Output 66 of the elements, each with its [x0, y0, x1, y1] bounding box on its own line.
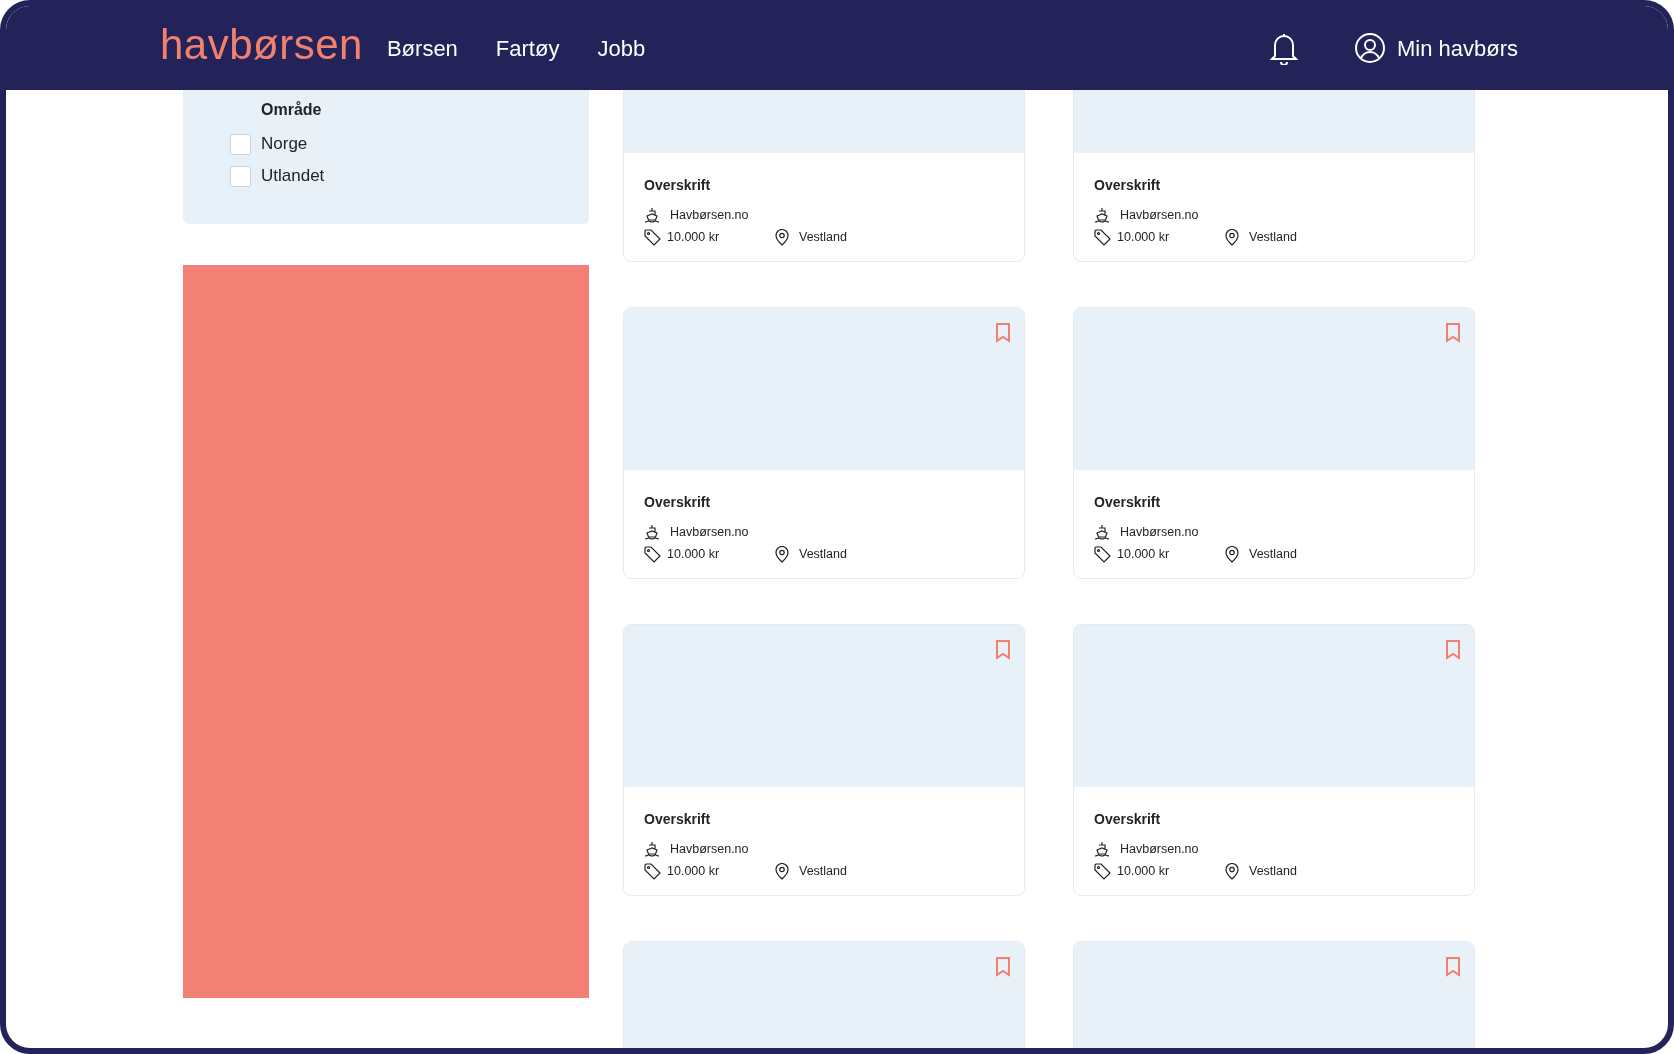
source-text: Havbørsen.no: [670, 206, 749, 224]
listing-card[interactable]: Overskrift Havbørsen.no 10.000 kr Vestland: [1073, 90, 1475, 262]
card-title: Overskrift: [1094, 493, 1162, 512]
filter-title: Område: [261, 100, 323, 120]
source-text: Havbørsen.no: [670, 523, 749, 541]
bookmark-icon[interactable]: [1445, 639, 1461, 660]
location-pin-icon: [1225, 545, 1239, 563]
account-link[interactable]: Min havbørs: [1396, 31, 1518, 65]
tag-icon: [644, 862, 661, 880]
tag-icon: [1094, 228, 1111, 246]
option-label: Utlandet: [261, 165, 325, 188]
bookmark-icon[interactable]: [1445, 956, 1461, 977]
source-text: Havbørsen.no: [1120, 523, 1199, 541]
source-text: Havbørsen.no: [1120, 206, 1199, 224]
listing-card[interactable]: Overskrift Havbørsen.no 10.000 kr Vestland: [623, 307, 1025, 579]
location-text: Vestland: [1249, 228, 1297, 246]
nav-link[interactable]: Jobb: [597, 31, 646, 65]
price-text: 10.000 kr: [1117, 228, 1171, 246]
ship-icon: [644, 524, 660, 540]
listing-card[interactable]: Overskrift Havbørsen.no 10.000 kr Vestland: [1073, 624, 1475, 896]
ship-icon: [1094, 207, 1110, 223]
location-text: Vestland: [799, 862, 847, 880]
card-title: Overskrift: [1094, 176, 1162, 195]
price-text: 10.000 kr: [667, 228, 721, 246]
card-title: Overskrift: [644, 810, 712, 829]
location-pin-icon: [775, 862, 789, 880]
ship-icon: [1094, 841, 1110, 857]
ship-icon: [644, 207, 660, 223]
location-text: Vestland: [1249, 545, 1297, 563]
price-text: 10.000 kr: [1117, 545, 1171, 563]
bookmark-icon[interactable]: [995, 956, 1011, 977]
price-text: 10.000 kr: [667, 545, 721, 563]
user-icon[interactable]: [1353, 32, 1386, 64]
tag-icon: [1094, 862, 1111, 880]
card-title: Overskrift: [1094, 810, 1162, 829]
nav-link[interactable]: Fartøy: [495, 31, 560, 65]
logo[interactable]: havbørsen: [160, 24, 363, 72]
listing-card[interactable]: Overskrift Havbørsen.no 10.000 kr Vestland: [623, 624, 1025, 896]
card-title: Overskrift: [644, 176, 712, 195]
checkbox[interactable]: [230, 133, 251, 155]
bookmark-icon[interactable]: [995, 639, 1011, 660]
listing-card[interactable]: Overskrift Havbørsen.no 10.000 kr Vestland: [623, 90, 1025, 262]
tag-icon: [644, 545, 661, 563]
source-text: Havbørsen.no: [1120, 840, 1199, 858]
checkbox[interactable]: [230, 165, 251, 187]
tag-icon: [1094, 545, 1111, 563]
source-text: Havbørsen.no: [670, 840, 749, 858]
location-pin-icon: [1225, 862, 1239, 880]
location-pin-icon: [1225, 228, 1239, 246]
bookmark-icon[interactable]: [995, 322, 1011, 343]
price-text: 10.000 kr: [1117, 862, 1171, 880]
tag-icon: [644, 228, 661, 246]
ship-icon: [1094, 524, 1110, 540]
bell-icon[interactable]: [1268, 31, 1299, 65]
ship-icon: [644, 841, 660, 857]
location-pin-icon: [775, 228, 789, 246]
location-pin-icon: [775, 545, 789, 563]
location-text: Vestland: [799, 545, 847, 563]
bookmark-icon[interactable]: [1445, 322, 1461, 343]
nav-link[interactable]: Børsen: [386, 31, 458, 65]
card-title: Overskrift: [644, 493, 712, 512]
price-text: 10.000 kr: [667, 862, 721, 880]
option-label: Norge: [261, 133, 308, 156]
location-text: Vestland: [1249, 862, 1297, 880]
location-text: Vestland: [799, 228, 847, 246]
listing-card[interactable]: Overskrift Havbørsen.no 10.000 kr Vestland: [1073, 307, 1475, 579]
